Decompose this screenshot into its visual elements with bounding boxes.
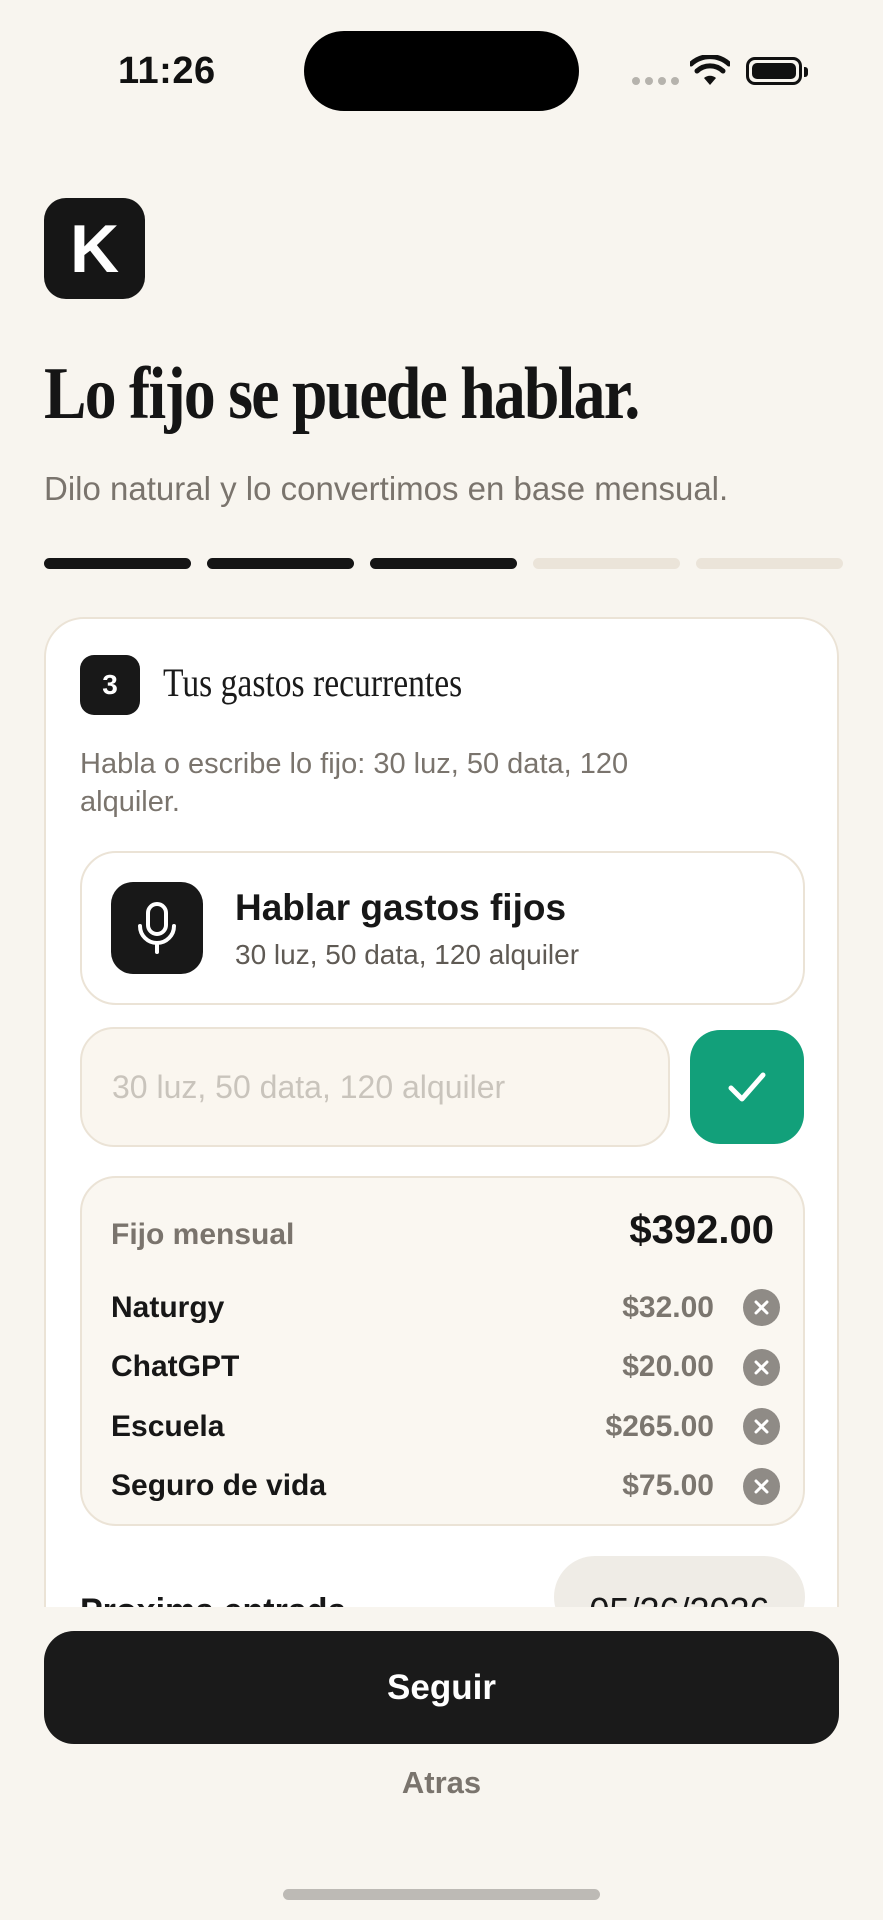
close-icon xyxy=(754,1479,769,1493)
expense-row: Seguro de vida $75.00 xyxy=(111,1457,780,1517)
app-screen: 11:26 K Lo fijo se puede hablar. Dilo na… xyxy=(0,0,883,1920)
expense-row: Escuela $265.00 xyxy=(111,1397,780,1457)
expense-row: ChatGPT $20.00 xyxy=(111,1338,780,1398)
continue-button[interactable]: Seguir xyxy=(44,1631,839,1744)
speak-fixed-expenses-button[interactable]: Hablar gastos fijos 30 luz, 50 data, 120… xyxy=(80,851,805,1005)
step-description: Habla o escribe lo fijo: 30 luz, 50 data… xyxy=(80,748,629,818)
expenses-text-input[interactable] xyxy=(80,1027,670,1147)
page-subtitle: Dilo natural y lo convertimos en base me… xyxy=(44,470,729,507)
cellular-signal-icon xyxy=(632,77,679,85)
speak-button-example: 30 luz, 50 data, 120 alquiler xyxy=(235,939,580,970)
expense-amount: $75.00 xyxy=(622,1469,714,1503)
speak-button-title: Hablar gastos fijos xyxy=(235,887,567,928)
expense-name: ChatGPT xyxy=(111,1350,240,1384)
bottom-actions: Seguir Atras xyxy=(0,1607,883,1920)
progress-segment xyxy=(696,558,843,569)
remove-expense-button[interactable] xyxy=(743,1348,780,1386)
app-logo: K xyxy=(44,198,145,299)
battery-icon xyxy=(746,57,808,85)
status-time: 11:26 xyxy=(118,50,216,92)
summary-label: Fijo mensual xyxy=(111,1218,295,1251)
back-link[interactable]: Atras xyxy=(0,1765,883,1801)
summary-total: $392.00 xyxy=(629,1208,774,1252)
expense-row: Naturgy $32.00 xyxy=(111,1278,780,1338)
expense-name: Naturgy xyxy=(111,1290,225,1324)
mic-icon xyxy=(111,882,203,974)
confirm-button[interactable] xyxy=(690,1030,804,1144)
expense-amount: $32.00 xyxy=(622,1290,714,1324)
page-title: Lo fijo se puede hablar. xyxy=(44,353,640,435)
dynamic-island xyxy=(304,31,579,111)
progress-segment xyxy=(207,558,354,569)
progress-segment xyxy=(533,558,680,569)
remove-expense-button[interactable] xyxy=(743,1408,780,1445)
remove-expense-button[interactable] xyxy=(743,1467,780,1505)
step-progress xyxy=(44,558,843,569)
wifi-icon xyxy=(690,55,730,85)
monthly-fixed-summary: Fijo mensual $392.00 Naturgy $32.00 Chat… xyxy=(80,1176,805,1526)
remove-expense-button[interactable] xyxy=(743,1289,780,1326)
close-icon xyxy=(754,1360,769,1374)
expense-amount: $265.00 xyxy=(605,1409,714,1443)
check-icon xyxy=(728,1072,766,1102)
expense-name: Seguro de vida xyxy=(111,1469,327,1503)
close-icon xyxy=(754,1300,769,1315)
expense-name: Escuela xyxy=(111,1409,225,1443)
expense-amount: $20.00 xyxy=(622,1350,714,1384)
step-title: Tus gastos recurrentes xyxy=(163,660,463,705)
progress-segment xyxy=(44,558,191,569)
close-icon xyxy=(754,1419,769,1434)
home-indicator xyxy=(283,1889,600,1900)
expense-list: Naturgy $32.00 ChatGPT $20.00 Escuela $2… xyxy=(111,1278,780,1516)
progress-segment xyxy=(370,558,517,569)
step-number-badge: 3 xyxy=(80,655,140,715)
